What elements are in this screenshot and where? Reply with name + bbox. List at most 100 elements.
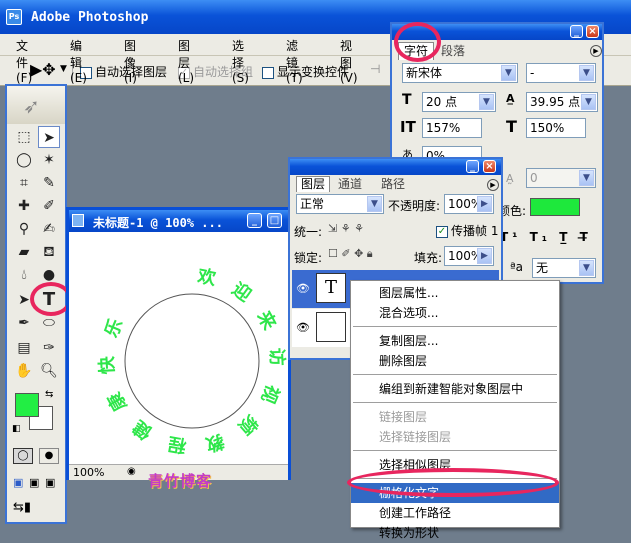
font-style-select[interactable]: - ▼ [526, 63, 596, 83]
menu-item[interactable]: 文件(F) [16, 37, 32, 85]
menu-item[interactable]: 图像(I) [124, 37, 137, 85]
brush-tool-icon[interactable]: ✐ [38, 195, 60, 217]
menu-item[interactable]: 编辑(E) [70, 37, 87, 85]
circle-text-char: 欢 [195, 266, 218, 290]
pen-tool-icon[interactable]: ✒ [13, 312, 35, 334]
context-menu-item: 选择链接图层 [379, 430, 452, 444]
feather-icon: ➶ [23, 94, 40, 118]
leading-icon: A̲ [506, 92, 515, 105]
marquee-tool-icon[interactable]: ⬚ [13, 126, 35, 148]
magic-wand-icon[interactable]: ✶ [38, 149, 60, 171]
chevron-right-icon: ▶ [477, 196, 492, 212]
character-tab-highlight-circle [394, 22, 441, 62]
context-menu-item[interactable]: 删除图层 [351, 351, 559, 371]
maximize-button[interactable]: □ [267, 213, 282, 228]
panel-close-button[interactable]: × [586, 25, 599, 38]
swap-colors-icon[interactable]: ⇆ [45, 389, 53, 400]
opacity-field[interactable]: 100% ▶ [444, 194, 494, 214]
history-brush-icon[interactable]: ✍ [38, 218, 60, 240]
blur-tool-icon[interactable]: 💧︎ [13, 264, 35, 286]
document-icon [72, 214, 84, 227]
font-family-select[interactable]: 新宋体 ▼ [402, 63, 518, 83]
foreground-color-swatch[interactable] [15, 393, 39, 417]
default-colors-icon[interactable]: ◧ [12, 424, 21, 434]
screen-mode-menus-icon[interactable]: ▣ [29, 476, 39, 489]
status-arrow-icon[interactable]: ◉ [127, 466, 136, 477]
fill-field[interactable]: 100% ▶ [444, 246, 494, 266]
context-menu-item[interactable]: 复制图层... [351, 331, 559, 351]
quickmask-mode-icon[interactable]: ● [39, 448, 59, 464]
text-layer-thumbnail: T [316, 273, 346, 303]
eraser-tool-icon[interactable]: ▰ [13, 241, 35, 263]
slice-tool-icon[interactable]: ✎ [38, 172, 60, 194]
baseline-field[interactable]: 0 ▼ [526, 168, 596, 188]
propagate-frame-checkbox[interactable]: ✓ 传播帧 1 [436, 222, 498, 239]
menu-item[interactable]: 视图(V) [340, 37, 358, 85]
imageready-icon[interactable]: ⇆▮ [13, 500, 31, 515]
crop-tool-icon[interactable]: ⌗ [13, 172, 35, 194]
menu-item[interactable]: 图层(L) [178, 37, 194, 85]
chevron-down-icon: ▼ [367, 196, 382, 212]
lock-label: 锁定: [294, 251, 323, 265]
healing-brush-icon[interactable]: ✚ [13, 195, 35, 217]
circle-text-char: 教 [202, 430, 226, 456]
photoshop-icon: Ps [6, 9, 22, 25]
menu-separator [353, 326, 557, 327]
context-menu-item[interactable]: 混合选项... [351, 303, 559, 323]
chevron-down-icon: ▼ [501, 65, 516, 81]
notes-tool-icon[interactable]: ▤ [13, 337, 35, 359]
chevron-down-icon: ▼ [581, 94, 596, 110]
hand-tool-icon[interactable]: ✋ [13, 360, 35, 382]
text-color-swatch[interactable] [530, 198, 580, 216]
font-size-field[interactable]: 20 点 ▼ [422, 92, 496, 112]
lock-icons[interactable]: ☐ ✐ ✥ 🔒︎ [328, 247, 373, 261]
tab-paths[interactable]: 路径 [376, 177, 410, 192]
horizontal-scale-icon: T [506, 117, 517, 136]
visibility-eye-icon[interactable]: 👁︎ [296, 321, 310, 334]
eyedropper-icon[interactable]: ✑ [38, 337, 60, 359]
faux-styles-icons[interactable]: T¹ T₁ T̲ T̶ [500, 230, 592, 244]
panel-close-button[interactable]: × [483, 160, 496, 173]
context-menu-item[interactable]: 创建工作路径 [351, 503, 559, 523]
panel-menu-icon[interactable]: ▶ [487, 179, 499, 191]
tab-layers[interactable]: 图层 [296, 176, 330, 192]
horizontal-scale-field[interactable]: 150% [526, 118, 586, 138]
tool-dropdown-icon[interactable]: ▼ [60, 64, 67, 74]
panel-menu-icon[interactable]: ▶ [590, 45, 602, 57]
context-menu-item[interactable]: 转换为形状 [351, 523, 559, 543]
screen-mode-full-icon[interactable]: ▣ [45, 476, 55, 489]
context-menu-item[interactable]: 图层属性... [351, 283, 559, 303]
menu-separator [353, 402, 557, 403]
screen-mode-standard-icon[interactable]: ▣ [13, 476, 23, 489]
menu-item[interactable]: 滤镜(T) [286, 37, 303, 85]
tab-paragraph[interactable]: 段落 [436, 43, 470, 60]
move-tool-icon[interactable]: ▶✥ [30, 60, 56, 79]
standard-mode-icon[interactable]: ◯ [13, 448, 33, 464]
context-menu-item[interactable]: 编组到新建智能对象图层中 [351, 379, 559, 399]
minimize-button[interactable]: _ [247, 213, 262, 228]
blend-mode-select[interactable]: 正常 ▼ [296, 194, 384, 214]
baseline-icon: A̰ [506, 172, 514, 185]
context-menu-item: 链接图层 [379, 410, 428, 424]
paint-bucket-icon[interactable]: ⛾ [38, 241, 60, 263]
leading-field[interactable]: 39.95 点 ▼ [526, 92, 598, 112]
tab-channels[interactable]: 通道 [332, 177, 368, 192]
align-icon[interactable]: ⊣ [370, 62, 380, 76]
lasso-tool-icon[interactable]: ◯ [13, 149, 35, 171]
canvas[interactable]: 欢迎来访视频教程健康快乐 [69, 232, 288, 464]
zoom-tool-icon[interactable]: 🔍︎ [38, 360, 60, 382]
document-title: 未标题-1 @ 100% ... [93, 216, 223, 230]
panel-minimize-button[interactable]: _ [570, 25, 583, 38]
font-size-icon: T [402, 92, 412, 108]
vertical-scale-field[interactable]: 157% [422, 118, 482, 138]
zoom-level[interactable]: 100% [73, 466, 104, 479]
antialias-select[interactable]: 无 ▼ [532, 258, 596, 278]
clone-stamp-icon[interactable]: ⚲ [13, 218, 35, 240]
layers-panel-title: _ × [290, 159, 501, 175]
visibility-eye-icon[interactable]: 👁︎ [296, 282, 310, 295]
show-transform-checkbox[interactable]: 显示变换控件 [262, 63, 349, 80]
menu-item[interactable]: 选择(S) [232, 37, 249, 85]
move-tool-icon[interactable]: ➤ [38, 126, 60, 148]
panel-minimize-button[interactable]: _ [466, 160, 479, 173]
unify-icons[interactable]: ⇲ ⚘ ⚘ [328, 222, 364, 235]
